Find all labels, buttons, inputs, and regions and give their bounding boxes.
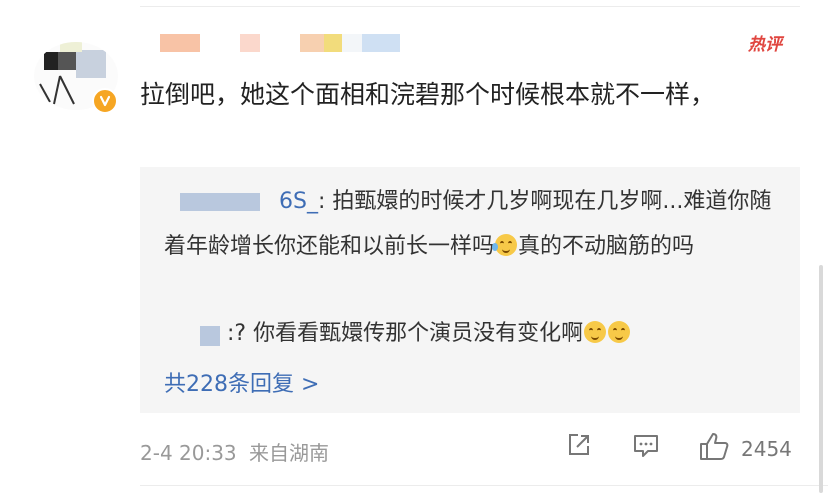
laugh-cry-emoji	[492, 234, 518, 256]
reply-text-end: 真的不动脑筋的吗	[518, 234, 695, 259]
replies-box[interactable]: 6S_: 拍甄嬛的时候才几岁啊现在几岁啊...难道你随着年龄增长你还能和以前长一…	[140, 167, 800, 413]
comment-text: 拉倒吧，她这个面相和浣碧那个时候根本就不一样，	[140, 80, 716, 109]
verified-badge-icon	[92, 88, 118, 114]
top-divider	[140, 6, 800, 7]
smile-emoji	[608, 321, 631, 343]
like-button[interactable]	[698, 431, 730, 467]
smile-emoji	[584, 321, 607, 343]
reply-item[interactable]: :? 你看看甄嬛传那个演员没有变化啊	[164, 311, 784, 356]
share-button[interactable]	[566, 432, 592, 462]
like-count: 2454	[741, 437, 792, 461]
comment-icon	[634, 435, 658, 457]
more-replies-link[interactable]: 共228条回复 >	[164, 366, 319, 398]
thumbs-up-icon	[700, 433, 729, 460]
bottom-divider	[140, 485, 828, 486]
share-icon	[569, 434, 589, 455]
comment-meta: 2-4 20:33 来自湖南	[140, 437, 329, 466]
reply-text: ? 你看看甄嬛传那个演员没有变化啊	[234, 321, 584, 346]
comment-button[interactable]	[632, 432, 660, 464]
comment-time: 2-4 20:33	[140, 441, 237, 465]
reply-item[interactable]: 6S_: 拍甄嬛的时候才几岁啊现在几岁啊...难道你随着年龄增长你还能和以前长一…	[164, 179, 784, 269]
comment-source: 来自湖南	[249, 441, 330, 465]
reply-username-mosaic	[180, 193, 260, 211]
scrollbar[interactable]	[819, 265, 823, 493]
reply-username-mosaic	[200, 326, 220, 346]
avatar[interactable]	[34, 42, 120, 114]
hot-comment-badge: 热评	[748, 35, 782, 55]
reply-username[interactable]: 6S_	[279, 189, 318, 214]
